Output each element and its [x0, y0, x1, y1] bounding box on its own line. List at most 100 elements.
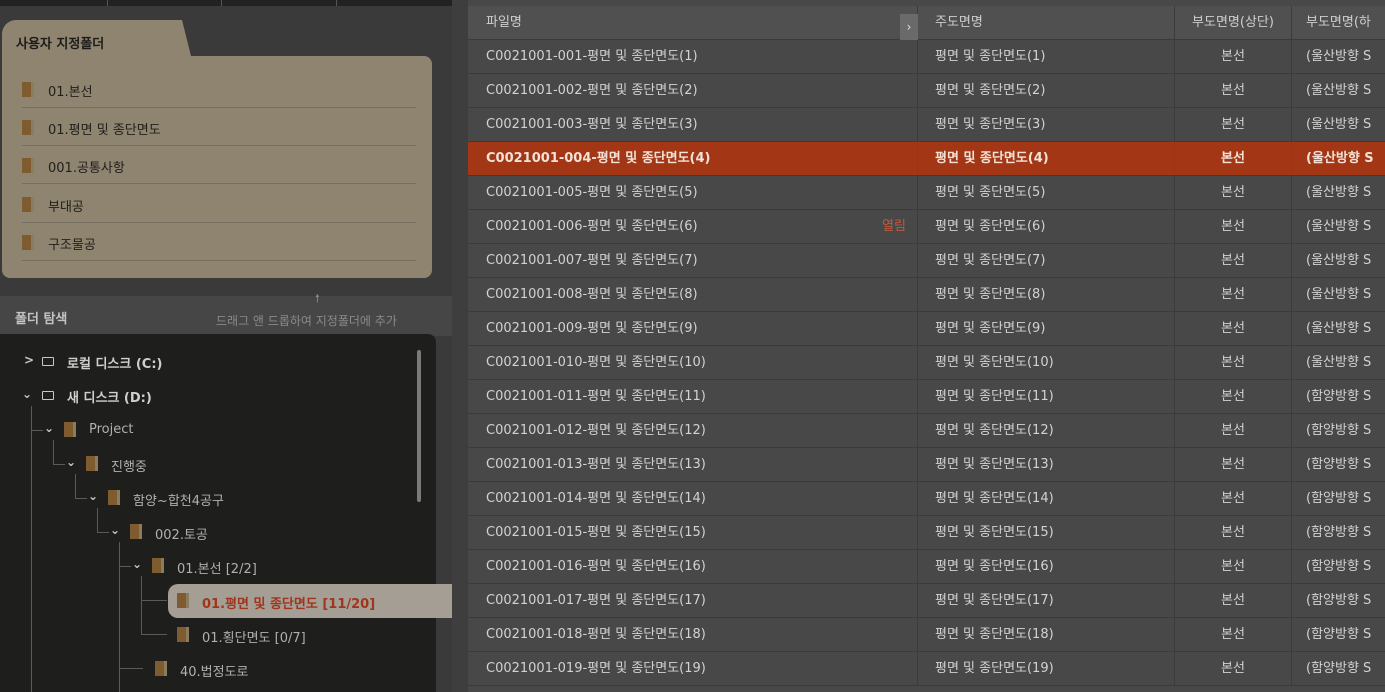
cell-sub-top: 본선 — [1175, 652, 1292, 685]
tree-item-cross-section[interactable]: 01.횡단면도 [0/7] — [202, 627, 306, 646]
table-row[interactable]: C0021001-016-평면 및 종단면도(16) 평면 및 종단면도(16) 본… — [468, 550, 1385, 584]
table-row[interactable]: C0021001-017-평면 및 종단면도(17) 평면 및 종단면도(17) 본… — [468, 584, 1385, 618]
table-row[interactable]: C0021001-014-평면 및 종단면도(14) 평면 및 종단면도(14) 본… — [468, 482, 1385, 516]
tree-item-road[interactable]: 40.법정도로 — [180, 661, 249, 680]
chevron-right-icon[interactable]: > — [24, 353, 34, 367]
table-row[interactable]: C0021001-008-평면 및 종단면도(8) 평면 및 종단면도(8) 본선 (… — [468, 278, 1385, 312]
column-header-sub-bottom[interactable]: 부도면명(하 — [1292, 6, 1385, 39]
table-row[interactable]: C0021001-009-평면 및 종단면도(9) 평면 및 종단면도(9) 본선 (… — [468, 312, 1385, 346]
cell-sub-bottom: (함양방향 S — [1306, 661, 1372, 676]
cell-sub-bottom: (함양방향 S — [1306, 627, 1372, 642]
tree-guide — [31, 430, 43, 431]
cell-main-title: 평면 및 종단면도(3) — [918, 108, 1175, 141]
cell-filename: C0021001-009-평면 및 종단면도(9) — [468, 312, 918, 345]
user-folder-title: 사용자 지정폴더 — [16, 37, 105, 52]
table-row[interactable]: C0021001-019-평면 및 종단면도(19) 평면 및 종단면도(19) 본… — [468, 652, 1385, 686]
column-header-filename[interactable]: 파일명 — [468, 6, 918, 39]
folder-search-title: 폴더 탐색 — [15, 312, 68, 327]
column-header-sub-top[interactable]: 부도면명(상단) — [1175, 6, 1292, 39]
cell-main-title: 평면 및 종단면도(12) — [918, 414, 1175, 447]
cell-sub-bottom: (함양방향 S — [1306, 491, 1372, 506]
tree-item-earthwork[interactable]: 002.토공 — [155, 524, 208, 543]
cell-sub-bottom: (함양방향 S — [1306, 457, 1372, 472]
cell-sub-top: 본선 — [1175, 380, 1292, 413]
user-folder-item[interactable]: 01.본선 — [22, 69, 416, 108]
folder-icon — [152, 558, 164, 573]
sort-button[interactable]: › — [900, 14, 918, 40]
cell-sub-top: 본선 — [1175, 516, 1292, 549]
cell-filename: C0021001-014-평면 및 종단면도(14) — [468, 482, 918, 515]
tree-item-in-progress[interactable]: 진행중 — [111, 456, 147, 475]
cell-sub-bottom: (함양방향 S — [1306, 559, 1372, 574]
table-row[interactable]: C0021001-006-평면 및 종단면도(6) 평면 및 종단면도(6) 본선 (… — [468, 210, 1385, 244]
tree-item-hamyang[interactable]: 함양~합천4공구 — [133, 490, 224, 509]
user-folder-item-label: 001.공통사항 — [48, 161, 125, 176]
tree-item-disk-c[interactable]: 로컬 디스크 (C:) — [67, 353, 162, 372]
table-row[interactable]: C0021001-007-평면 및 종단면도(7) 평면 및 종단면도(7) 본선 (… — [468, 244, 1385, 278]
table-row[interactable]: C0021001-018-평면 및 종단면도(18) 평면 및 종단면도(18) 본… — [468, 618, 1385, 652]
user-folder-item[interactable]: 부대공 — [22, 184, 416, 223]
chevron-down-icon[interactable]: ⌄ — [110, 523, 120, 537]
cell-sub-top: 본선 — [1175, 142, 1292, 175]
table-row[interactable]: C0021001-004-평면 및 종단면도(4) 평면 및 종단면도(4) 본선 (… — [468, 142, 1385, 176]
user-folder-item[interactable]: 구조물공 — [22, 222, 416, 261]
cell-filename: C0021001-013-평면 및 종단면도(13) — [468, 448, 918, 481]
folder-icon — [22, 82, 34, 97]
tree-guide — [53, 440, 54, 464]
cell-main-title: 평면 및 종단면도(1) — [918, 40, 1175, 73]
tree-item-project[interactable]: Project — [89, 422, 133, 437]
cell-main-title: 평면 및 종단면도(16) — [918, 550, 1175, 583]
folder-icon — [177, 627, 189, 642]
cell-sub-bottom: (울산방향 S — [1306, 253, 1372, 268]
open-status-label: 열림 — [882, 219, 906, 234]
cell-main-title: 평면 및 종단면도(11) — [918, 380, 1175, 413]
table-row[interactable]: C0021001-013-평면 및 종단면도(13) 평면 및 종단면도(13) 본… — [468, 448, 1385, 482]
chevron-down-icon[interactable]: ⌄ — [66, 455, 76, 469]
chevron-down-icon[interactable]: ⌄ — [44, 421, 54, 435]
tree-item-mainline[interactable]: 01.본선 [2/2] — [177, 558, 257, 577]
table-row[interactable]: C0021001-002-평면 및 종단면도(2) 평면 및 종단면도(2) 본선 (… — [468, 74, 1385, 108]
table-row[interactable]: C0021001-005-평면 및 종단면도(5) 평면 및 종단면도(5) 본선 (… — [468, 176, 1385, 210]
table-row[interactable]: C0021001-012-평면 및 종단면도(12) 평면 및 종단면도(12) 본… — [468, 414, 1385, 448]
cell-main-title: 평면 및 종단면도(10) — [918, 346, 1175, 379]
cell-main-title: 평면 및 종단면도(14) — [918, 482, 1175, 515]
table-row[interactable]: C0021001-010-평면 및 종단면도(10) 평면 및 종단면도(10) 본… — [468, 346, 1385, 380]
tree-guide — [141, 634, 167, 635]
chevron-down-icon[interactable]: ⌄ — [88, 489, 98, 503]
tree-guide — [141, 600, 167, 601]
cell-sub-top: 본선 — [1175, 278, 1292, 311]
user-folder-item[interactable]: 01.평면 및 종단면도 — [22, 107, 416, 146]
tree-guide — [31, 406, 32, 692]
cell-sub-bottom: (울산방향 S — [1306, 185, 1372, 200]
tree-scrollbar[interactable] — [417, 350, 421, 502]
top-tab-strip — [0, 0, 452, 6]
cell-filename: C0021001-018-평면 및 종단면도(18) — [468, 618, 918, 651]
cell-main-title: 평면 및 종단면도(2) — [918, 74, 1175, 107]
cell-main-title: 평면 및 종단면도(7) — [918, 244, 1175, 277]
cell-main-title: 평면 및 종단면도(18) — [918, 618, 1175, 651]
table-row[interactable]: C0021001-001-평면 및 종단면도(1) 평면 및 종단면도(1) 본선 (… — [468, 40, 1385, 74]
cell-filename: C0021001-012-평면 및 종단면도(12) — [468, 414, 918, 447]
chevron-down-icon[interactable]: ⌄ — [132, 557, 142, 571]
tree-item-plan-profile[interactable]: 01.평면 및 종단면도 [11/20] — [202, 593, 375, 612]
cell-filename: C0021001-008-평면 및 종단면도(8) — [468, 278, 918, 311]
tree-guide — [141, 576, 142, 634]
table-row[interactable]: C0021001-003-평면 및 종단면도(3) 평면 및 종단면도(3) 본선 (… — [468, 108, 1385, 142]
table-row[interactable]: C0021001-011-평면 및 종단면도(11) 평면 및 종단면도(11) 본… — [468, 380, 1385, 414]
table-row[interactable]: C0021001-015-평면 및 종단면도(15) 평면 및 종단면도(15) 본… — [468, 516, 1385, 550]
user-folder-item[interactable]: 001.공통사항 — [22, 145, 416, 184]
cell-sub-top: 본선 — [1175, 74, 1292, 107]
cell-filename: C0021001-017-평면 및 종단면도(17) — [468, 584, 918, 617]
cell-filename: C0021001-003-평면 및 종단면도(3) — [468, 108, 918, 141]
chevron-down-icon[interactable]: ⌄ — [22, 387, 32, 401]
cell-sub-top: 본선 — [1175, 414, 1292, 447]
cell-sub-bottom: (울산방향 S — [1306, 151, 1374, 166]
cell-sub-bottom: (울산방향 S — [1306, 83, 1372, 98]
tree-guide — [75, 474, 76, 498]
column-header-main[interactable]: 주도면명 — [918, 6, 1175, 39]
tree-item-disk-d[interactable]: 새 디스크 (D:) — [67, 387, 152, 406]
cell-filename: C0021001-006-평면 및 종단면도(6) — [468, 210, 918, 243]
cell-sub-top: 본선 — [1175, 584, 1292, 617]
user-folder-item-label: 01.평면 및 종단면도 — [48, 123, 161, 138]
tree-guide — [97, 532, 109, 533]
